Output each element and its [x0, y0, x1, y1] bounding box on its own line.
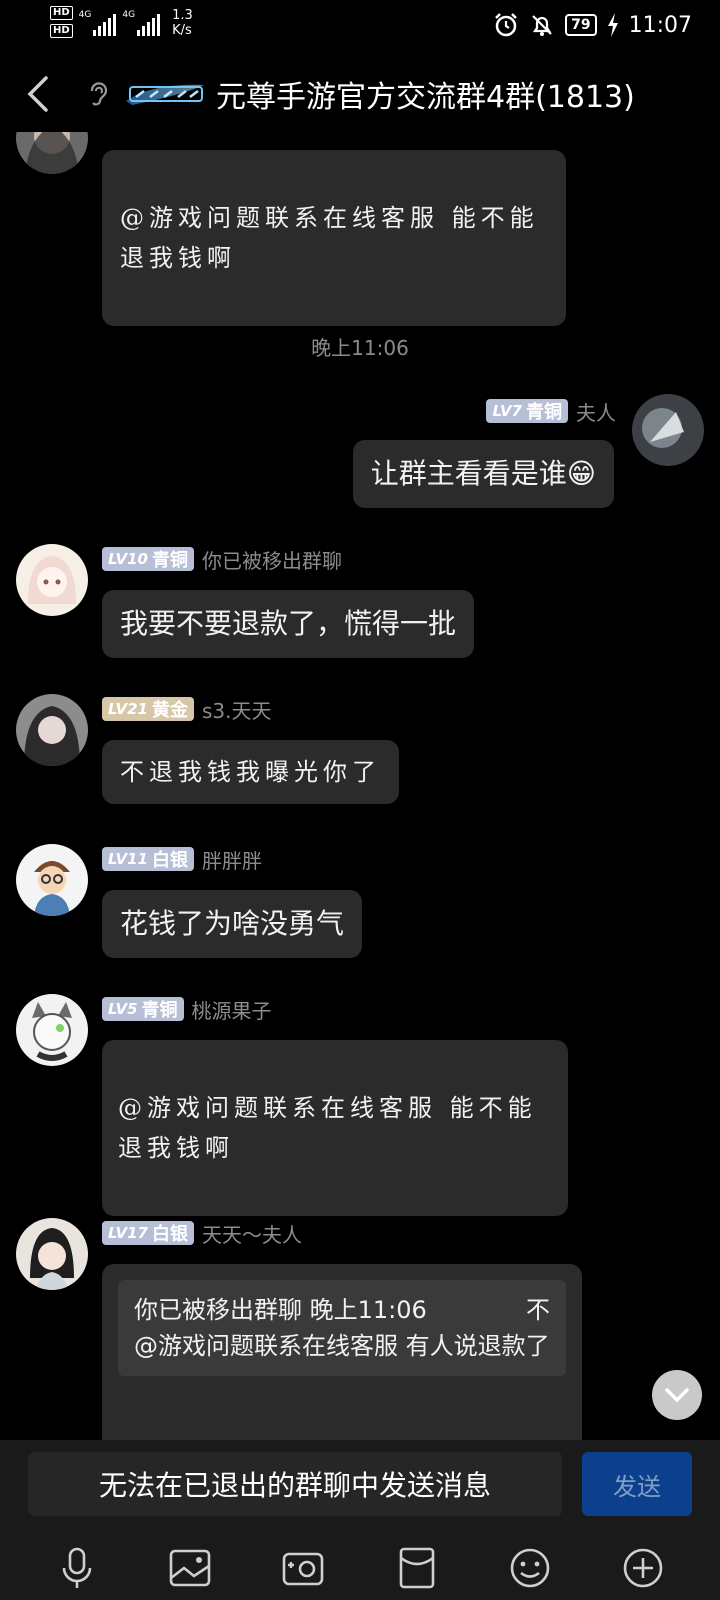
hd-indicator-1: HD [50, 6, 73, 20]
message-input[interactable]: 无法在已退出的群聊中发送消息 [28, 1452, 562, 1516]
charging-icon [607, 13, 618, 37]
sender-name: 胖胖胖 [201, 848, 262, 873]
plus-icon[interactable] [613, 1538, 673, 1598]
chevron-down-icon [665, 1388, 689, 1403]
mic-icon[interactable] [47, 1538, 107, 1598]
avatar[interactable] [16, 994, 88, 1066]
quoted-message[interactable]: 你已被移出群聊 晚上11:06 不 @游戏问题联系在线客服 有人说退款了 [118, 1280, 566, 1376]
sender-line: LV17 白银 天天～夫人 [102, 1220, 302, 1247]
message-bubble[interactable]: @游戏问题联系在线客服 能不能退我钱啊 [102, 150, 566, 326]
level-badge: LV10 青铜 [102, 547, 194, 571]
message-bubble[interactable]: 花钱了为啥没勇气 [102, 890, 363, 958]
avatar[interactable] [16, 1218, 88, 1290]
sender-line: LV11 白银 胖胖胖 [102, 846, 262, 873]
sender-name: 你已被移出群聊 [201, 548, 342, 573]
camera-icon[interactable] [273, 1538, 333, 1598]
chat-list[interactable]: @游戏问题联系在线客服 能不能退我钱啊 晚上11:06 LV7 青铜 夫人 让群主… [0, 132, 720, 1440]
network-speed: 1.3 K/s [172, 8, 193, 38]
scroll-to-bottom-button[interactable] [652, 1370, 702, 1420]
signal-icon-2: 4G [122, 10, 161, 36]
send-button[interactable]: 发送 [582, 1452, 692, 1516]
level-badge: LV7 青铜 [486, 399, 568, 423]
level-badge: LV21 黄金 [102, 697, 194, 721]
input-toolbar [0, 1536, 720, 1600]
message-bubble[interactable]: @游戏问题联系在线客服 能不能退我钱啊 [102, 1040, 568, 1216]
battery-icon: 79 [565, 14, 597, 36]
message-bubble[interactable]: 我要不要退款了，慌得一批 [102, 590, 475, 658]
message-bubble[interactable]: 你已被移出群聊 晚上11:06 不 @游戏问题联系在线客服 有人说退款了 [102, 1264, 582, 1440]
sender-name: 桃源果子 [191, 998, 272, 1023]
avatar[interactable] [632, 394, 704, 466]
sender-line: LV5 青铜 桃源果子 [102, 996, 272, 1023]
level-badge: LV11 白银 [102, 847, 194, 871]
sender-name: s3.天天 [201, 698, 272, 723]
quote-header: 你已被移出群聊 晚上11:06 [134, 1296, 427, 1324]
avatar[interactable] [16, 544, 88, 616]
chat-header: 元尊手游官方交流群4群(1813) [0, 56, 720, 132]
game-logo-icon [126, 84, 204, 105]
red-packet-icon[interactable] [387, 1538, 447, 1598]
sender-line: LV7 青铜 夫人 [486, 398, 616, 425]
avatar[interactable] [16, 694, 88, 766]
page-title: 元尊手游官方交流群4群(1813) [216, 80, 635, 115]
sender-name: 天天～夫人 [201, 1222, 302, 1247]
back-button[interactable] [16, 72, 60, 116]
quote-mark: 不 [526, 1296, 550, 1324]
emoji-icon[interactable] [500, 1538, 560, 1598]
input-bar: 无法在已退出的群聊中发送消息 发送 [0, 1440, 720, 1600]
sender-name: 夫人 [576, 400, 616, 425]
status-bar: HD HD 4G 4G 1.3 K/s 79 11:07 [0, 0, 720, 50]
quote-text: @游戏问题联系在线客服 有人说退款了 [134, 1332, 550, 1360]
message-bubble[interactable]: 让群主看看是谁😁 [352, 440, 614, 508]
sender-line: LV10 青铜 你已被移出群聊 [102, 546, 342, 573]
avatar[interactable] [16, 844, 88, 916]
signal-icon-1: 4G [79, 10, 117, 36]
image-icon[interactable] [160, 1538, 220, 1598]
chevron-left-icon [27, 76, 48, 112]
level-badge: LV17 白银 [102, 1221, 194, 1245]
ear-icon[interactable] [86, 79, 110, 109]
message-bubble[interactable]: 不退我钱我曝光你了 [102, 740, 399, 804]
clock: 11:07 [628, 12, 692, 38]
mute-bell-icon [532, 15, 552, 36]
sender-line: LV21 黄金 s3.天天 [102, 696, 272, 723]
level-badge: LV5 青铜 [102, 997, 184, 1021]
hd-indicator-2: HD [50, 24, 73, 38]
avatar[interactable] [16, 132, 88, 174]
timestamp: 晚上11:06 [311, 336, 409, 360]
alarm-icon [495, 13, 517, 37]
